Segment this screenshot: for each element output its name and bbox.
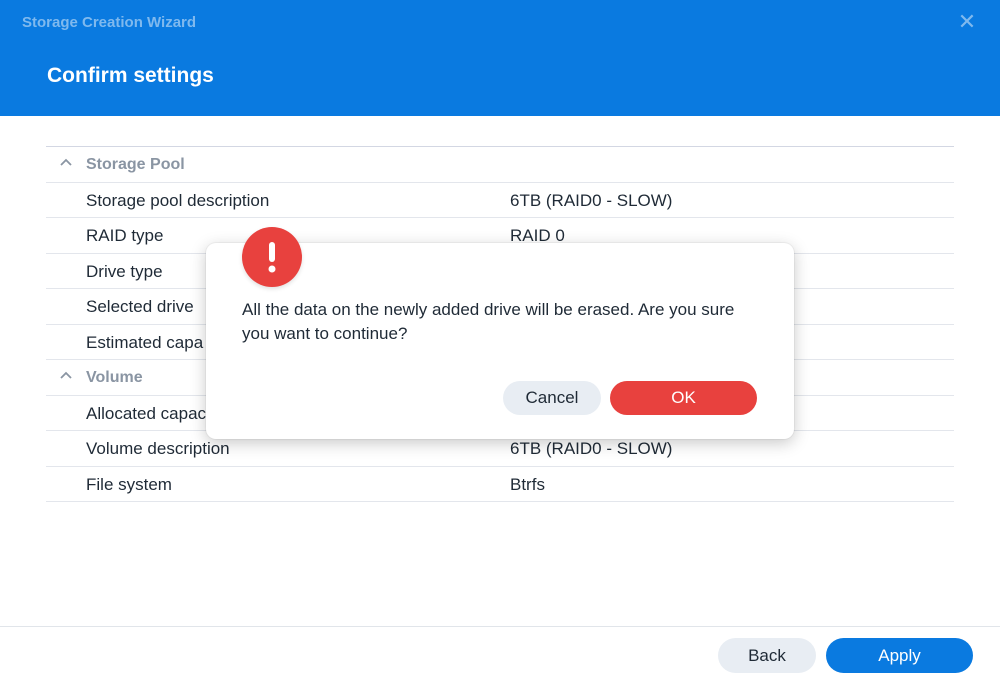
row-label: File system — [86, 474, 172, 494]
row-label: Selected drive — [86, 297, 194, 316]
dialog-message: All the data on the newly added drive wi… — [242, 300, 735, 343]
ok-button[interactable]: OK — [610, 381, 757, 415]
row-value: 6TB (RAID0 - SLOW) — [510, 190, 673, 210]
exclamation-glyph — [268, 242, 276, 273]
apply-button[interactable]: Apply — [826, 638, 973, 673]
section-label: Volume — [86, 369, 143, 386]
window-title: Storage Creation Wizard — [22, 14, 197, 31]
row-label: Volume description — [86, 439, 230, 458]
footer-divider — [0, 626, 1000, 627]
row-label: Estimated capa — [86, 332, 204, 352]
row-label: RAID type — [86, 226, 164, 245]
chevron-up-icon[interactable] — [58, 154, 74, 170]
table-row: Storage pool description 6TB (RAID0 - SL… — [46, 183, 954, 218]
section-label: Storage Pool — [86, 156, 185, 173]
row-label: Allocated capac — [86, 403, 207, 423]
section-storage-pool[interactable]: Storage Pool — [46, 147, 954, 183]
row-value: Btrfs — [510, 474, 545, 494]
close-icon[interactable]: ✕ — [956, 10, 978, 34]
cancel-button[interactable]: Cancel — [503, 381, 601, 415]
chevron-up-icon[interactable] — [58, 367, 74, 383]
wizard-header: Storage Creation Wizard ✕ Confirm settin… — [0, 0, 1000, 116]
row-value: 6TB (RAID0 - SLOW) — [510, 439, 673, 458]
row-label: Drive type — [86, 261, 163, 281]
row-label: Storage pool description — [86, 190, 270, 210]
table-row: File system Btrfs — [46, 467, 954, 502]
exclamation-icon — [242, 227, 302, 287]
back-button[interactable]: Back — [718, 638, 816, 673]
page-title: Confirm settings — [47, 64, 214, 87]
